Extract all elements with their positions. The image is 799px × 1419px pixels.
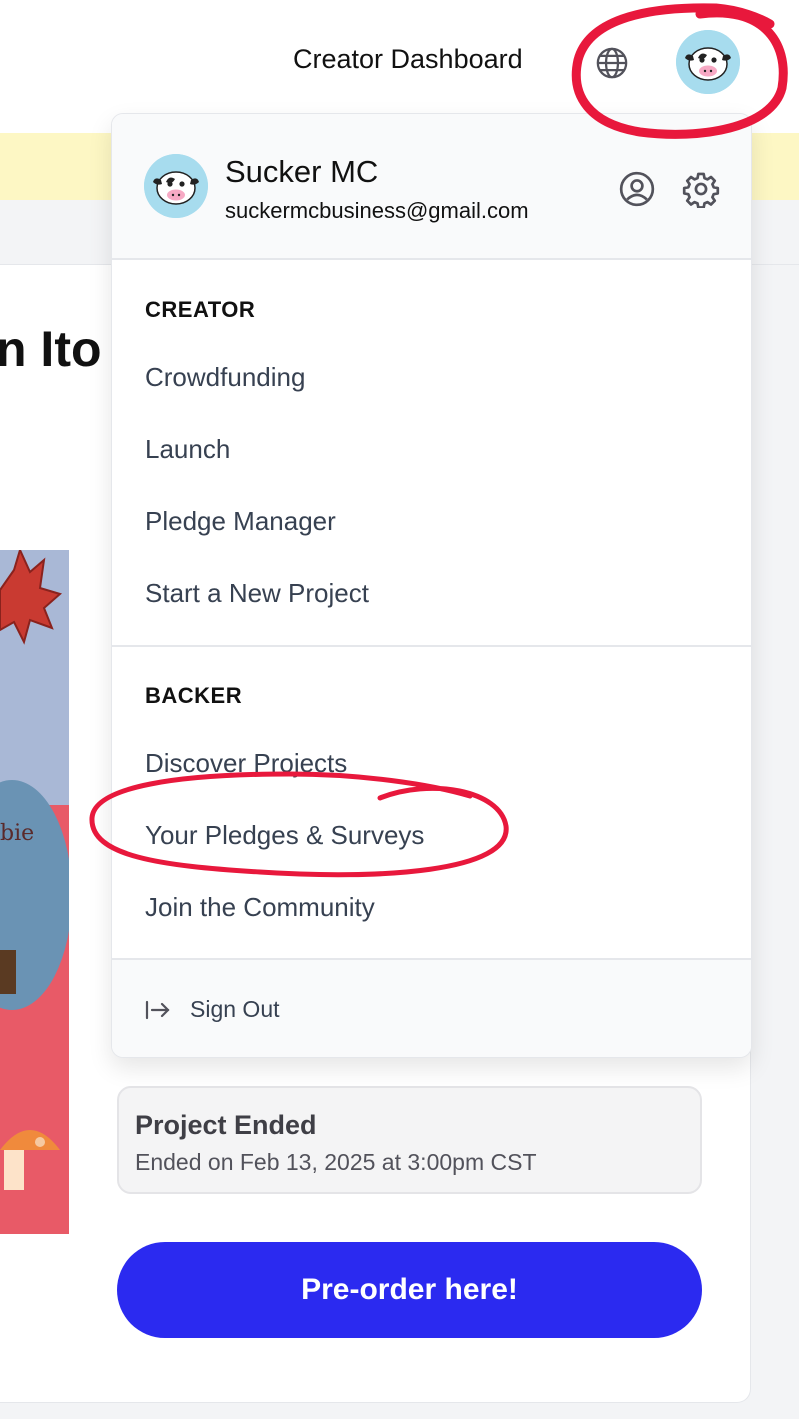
sign-out-button[interactable]: Sign Out: [144, 996, 280, 1023]
menu-item-start-new-project[interactable]: Start a New Project: [145, 578, 369, 609]
user-circle-icon[interactable]: [618, 170, 656, 208]
project-title: n Ito: [0, 321, 102, 377]
creator-section-heading: CREATOR: [145, 297, 256, 322]
menu-item-pledge-manager[interactable]: Pledge Manager: [145, 506, 336, 537]
status-subtitle: Ended on Feb 13, 2025 at 3:00pm CST: [135, 1149, 537, 1175]
user-name: Sucker MC: [225, 154, 379, 189]
globe-icon[interactable]: [595, 46, 629, 80]
menu-item-your-pledges-surveys[interactable]: Your Pledges & Surveys: [145, 820, 424, 851]
menu-footer: Sign Out: [112, 960, 751, 1057]
menu-divider: [112, 645, 751, 647]
sign-out-icon: [145, 1000, 170, 1019]
project-status-box: Project Ended Ended on Feb 13, 2025 at 3…: [117, 1086, 702, 1194]
user-avatar-button[interactable]: [676, 30, 740, 94]
pre-order-button[interactable]: Pre-order here!: [117, 1242, 702, 1338]
menu-item-discover-projects[interactable]: Discover Projects: [145, 748, 347, 779]
avatar: [144, 154, 208, 218]
account-dropdown-menu: Sucker MC suckermcbusiness@gmail.com CRE…: [111, 113, 752, 1058]
menu-item-crowdfunding[interactable]: Crowdfunding: [145, 362, 305, 393]
artwork-text: bie: [0, 821, 34, 846]
project-artwork: bie: [0, 550, 69, 1234]
creator-dashboard-link[interactable]: Creator Dashboard: [293, 44, 523, 75]
menu-user-header: Sucker MC suckermcbusiness@gmail.com: [112, 114, 751, 260]
backer-section-heading: BACKER: [145, 683, 243, 708]
menu-item-launch[interactable]: Launch: [145, 434, 230, 465]
menu-item-join-community[interactable]: Join the Community: [145, 892, 375, 923]
gear-icon[interactable]: [682, 170, 720, 208]
user-email: suckermcbusiness@gmail.com: [225, 198, 529, 223]
sign-out-label: Sign Out: [190, 996, 280, 1022]
status-title: Project Ended: [135, 1110, 317, 1140]
